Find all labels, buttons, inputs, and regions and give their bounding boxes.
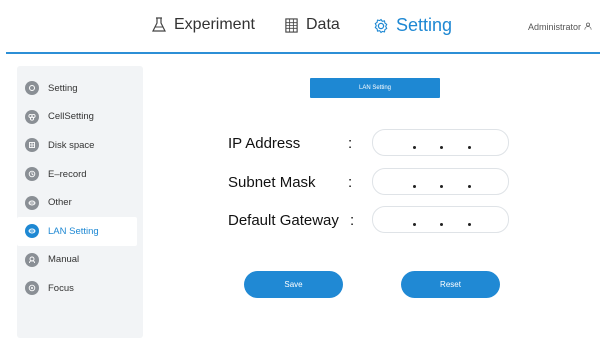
sidebar-item-manual[interactable]: Manual bbox=[17, 246, 143, 275]
header-divider bbox=[6, 52, 600, 54]
sidebar-item-label: Other bbox=[48, 197, 72, 209]
save-button[interactable]: Save bbox=[244, 271, 343, 298]
sidebar-item-other[interactable]: Other bbox=[17, 188, 143, 217]
record-icon bbox=[25, 167, 39, 182]
sidebar-item-label: Setting bbox=[48, 82, 78, 94]
nav-setting[interactable]: Setting bbox=[372, 15, 452, 36]
top-nav: Experiment Data Setting Administrator bbox=[0, 0, 600, 54]
nav-experiment-label: Experiment bbox=[174, 16, 255, 33]
nav-experiment[interactable]: Experiment bbox=[150, 16, 255, 34]
sidebar: Setting CellSetting Disk space E–record … bbox=[17, 66, 143, 338]
sidebar-item-e-record[interactable]: E–record bbox=[17, 160, 143, 189]
subnet-mask-input[interactable] bbox=[372, 168, 509, 195]
user-menu[interactable]: Administrator bbox=[528, 22, 592, 32]
default-gateway-label: Default Gateway bbox=[228, 212, 339, 229]
data-grid-icon bbox=[282, 16, 300, 34]
sidebar-item-label: LAN Setting bbox=[48, 225, 99, 237]
other-icon bbox=[25, 195, 39, 210]
user-name: Administrator bbox=[527, 22, 581, 32]
sidebar-item-label: E–record bbox=[48, 168, 87, 180]
nav-setting-label: Setting bbox=[396, 15, 453, 35]
gear-icon bbox=[372, 17, 390, 35]
manual-icon bbox=[25, 252, 39, 267]
nav-data-label: Data bbox=[306, 16, 340, 33]
user-icon bbox=[584, 22, 592, 32]
default-gateway-input[interactable] bbox=[372, 206, 509, 233]
sidebar-item-setting[interactable]: Setting bbox=[17, 74, 143, 103]
ip-address-input[interactable] bbox=[372, 129, 509, 156]
ip-address-label: IP Address bbox=[228, 135, 301, 152]
sidebar-item-label: Manual bbox=[48, 254, 80, 266]
focus-icon bbox=[25, 281, 39, 296]
subnet-mask-colon: : bbox=[348, 174, 353, 191]
setting-icon bbox=[25, 81, 39, 96]
sidebar-item-disk-space[interactable]: Disk space bbox=[17, 131, 143, 160]
sidebar-item-focus[interactable]: Focus bbox=[17, 274, 143, 303]
lan-icon bbox=[25, 224, 39, 239]
ip-address-colon: : bbox=[348, 135, 353, 152]
sidebar-item-label: CellSetting bbox=[48, 111, 94, 123]
cell-icon bbox=[25, 109, 39, 124]
sidebar-item-cellsetting[interactable]: CellSetting bbox=[17, 103, 143, 132]
sidebar-item-label: Focus bbox=[48, 282, 74, 294]
sidebar-item-label: Disk space bbox=[48, 139, 95, 151]
reset-button[interactable]: Reset bbox=[401, 271, 500, 298]
nav-data[interactable]: Data bbox=[282, 16, 340, 34]
disk-icon bbox=[25, 138, 39, 153]
sidebar-item-lan-setting[interactable]: LAN Setting bbox=[17, 216, 137, 246]
subnet-mask-label: Subnet Mask bbox=[228, 174, 316, 191]
lan-setting-section-title: LAN Setting bbox=[310, 78, 440, 98]
flask-icon bbox=[150, 16, 168, 34]
default-gateway-colon: : bbox=[350, 212, 355, 229]
